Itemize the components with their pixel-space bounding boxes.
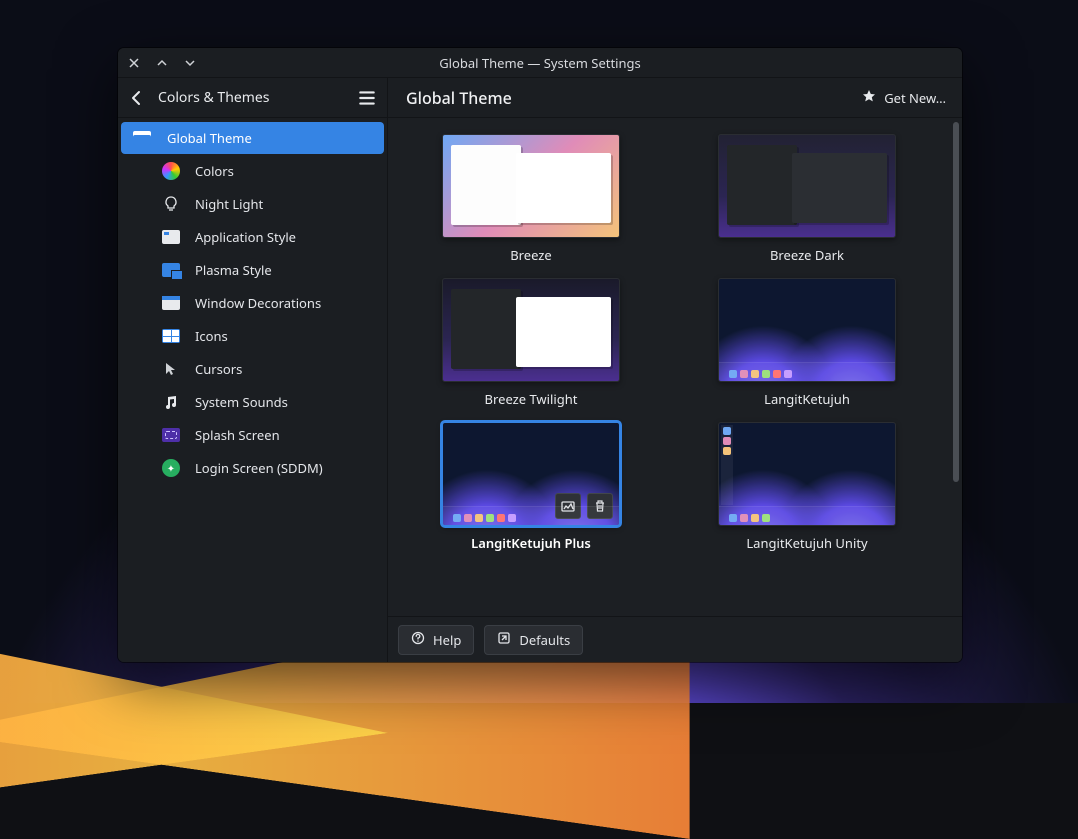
colors-icon	[161, 161, 181, 181]
sidebar-item-label: Icons	[195, 327, 228, 345]
defaults-button[interactable]: Defaults	[484, 625, 583, 655]
maximize-icon[interactable]	[182, 55, 198, 71]
theme-thumbnail	[718, 134, 896, 238]
page-title: Global Theme	[406, 87, 512, 109]
window-decorations-icon	[161, 293, 181, 313]
theme-label: LangitKetujuh Plus	[471, 534, 591, 552]
sidebar-item-night-light[interactable]: Night Light	[121, 188, 384, 220]
theme-thumbnail	[718, 422, 896, 526]
plasma-style-icon	[161, 260, 181, 280]
theme-thumbnail	[442, 422, 620, 526]
scrollbar[interactable]	[953, 122, 959, 612]
delete-theme-button[interactable]	[587, 493, 613, 519]
bulb-icon	[161, 194, 181, 214]
sidebar-item-plasma-style[interactable]: Plasma Style	[121, 254, 384, 286]
footer: Help Defaults	[388, 616, 962, 662]
titlebar: Global Theme — System Settings	[118, 48, 962, 78]
sidebar-item-label: Login Screen (SDDM)	[195, 459, 323, 477]
sidebar-item-label: Splash Screen	[195, 426, 280, 444]
help-label: Help	[433, 631, 461, 649]
get-new-button[interactable]: Get New…	[862, 89, 946, 107]
sidebar-item-cursors[interactable]: Cursors	[121, 353, 384, 385]
music-note-icon	[161, 392, 181, 412]
sidebar-item-label: Window Decorations	[195, 294, 321, 312]
header: Colors & Themes Global Theme Get New…	[118, 78, 962, 118]
global-theme-icon	[131, 127, 153, 149]
cursor-icon	[161, 359, 181, 379]
sidebar-item-label: Night Light	[195, 195, 263, 213]
body: Global Theme Colors Night Light Applicat…	[118, 118, 962, 662]
theme-label: Breeze Twilight	[485, 390, 578, 408]
theme-label: LangitKetujuh Unity	[746, 534, 867, 552]
splash-icon	[161, 425, 181, 445]
theme-label: LangitKetujuh	[764, 390, 850, 408]
theme-grid-scroll: Breeze Breeze Dark Breeze Twilight	[388, 118, 962, 616]
theme-grid: Breeze Breeze Dark Breeze Twilight	[388, 118, 950, 616]
sidebar-item-application-style[interactable]: Application Style	[121, 221, 384, 253]
theme-card-breeze-twilight[interactable]: Breeze Twilight	[431, 278, 631, 408]
sidebar-item-label: System Sounds	[195, 393, 288, 411]
restore-icon	[497, 631, 511, 649]
main-content: Breeze Breeze Dark Breeze Twilight	[388, 118, 962, 662]
sidebar-item-label: Cursors	[195, 360, 242, 378]
theme-card-breeze[interactable]: Breeze	[431, 134, 631, 264]
icons-icon	[161, 326, 181, 346]
sidebar-item-icons[interactable]: Icons	[121, 320, 384, 352]
theme-thumbnail	[442, 278, 620, 382]
get-new-label: Get New…	[884, 89, 946, 107]
sidebar-item-global-theme[interactable]: Global Theme	[121, 122, 384, 154]
theme-actions	[555, 493, 613, 519]
scrollbar-thumb[interactable]	[953, 122, 959, 482]
theme-card-langitketujuh-unity[interactable]: LangitKetujuh Unity	[707, 422, 907, 552]
breadcrumb[interactable]: Colors & Themes	[158, 88, 269, 107]
preview-theme-button[interactable]	[555, 493, 581, 519]
app-style-icon	[161, 227, 181, 247]
theme-label: Breeze Dark	[770, 246, 844, 264]
sidebar-item-window-decorations[interactable]: Window Decorations	[121, 287, 384, 319]
system-settings-window: Global Theme — System Settings Colors & …	[118, 48, 962, 662]
minimize-icon[interactable]	[154, 55, 170, 71]
theme-label: Breeze	[510, 246, 552, 264]
sidebar-item-splash-screen[interactable]: Splash Screen	[121, 419, 384, 451]
sidebar-item-login-screen[interactable]: ✦ Login Screen (SDDM)	[121, 452, 384, 484]
close-icon[interactable]	[126, 55, 142, 71]
header-left: Colors & Themes	[118, 78, 388, 117]
defaults-label: Defaults	[519, 631, 570, 649]
theme-card-langitketujuh[interactable]: LangitKetujuh	[707, 278, 907, 408]
sidebar-item-label: Plasma Style	[195, 261, 272, 279]
back-button[interactable]	[128, 89, 146, 107]
theme-thumbnail	[442, 134, 620, 238]
sidebar-item-colors[interactable]: Colors	[121, 155, 384, 187]
login-icon: ✦	[161, 458, 181, 478]
theme-thumbnail	[718, 278, 896, 382]
sidebar-item-label: Global Theme	[167, 129, 252, 147]
window-controls	[126, 48, 198, 77]
star-icon	[862, 89, 876, 107]
menu-button[interactable]	[357, 88, 377, 108]
help-button[interactable]: Help	[398, 625, 474, 655]
header-right: Global Theme Get New…	[388, 78, 962, 117]
theme-card-breeze-dark[interactable]: Breeze Dark	[707, 134, 907, 264]
window-title: Global Theme — System Settings	[439, 54, 641, 72]
sidebar-item-label: Colors	[195, 162, 234, 180]
help-icon	[411, 631, 425, 649]
sidebar-item-label: Application Style	[195, 228, 296, 246]
sidebar-item-system-sounds[interactable]: System Sounds	[121, 386, 384, 418]
sidebar: Global Theme Colors Night Light Applicat…	[118, 118, 388, 662]
theme-card-langitketujuh-plus[interactable]: LangitKetujuh Plus	[431, 422, 631, 552]
